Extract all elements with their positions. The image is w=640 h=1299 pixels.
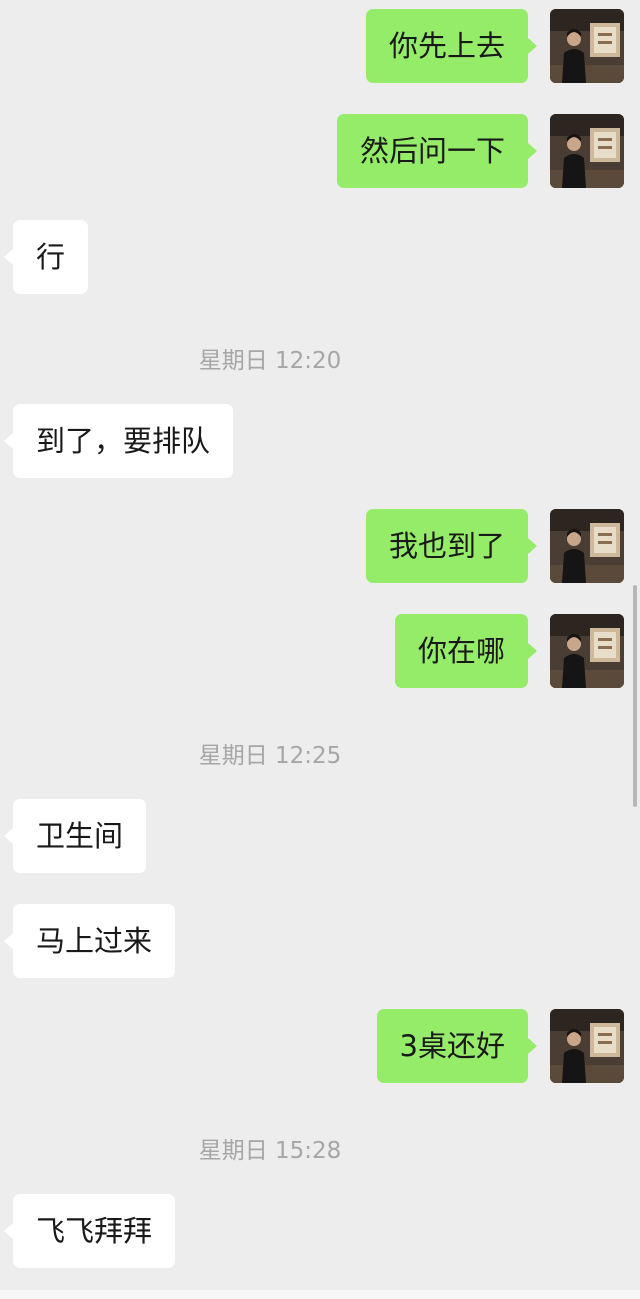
avatar-photo-icon (550, 509, 624, 583)
message-bubble-outgoing[interactable]: 你在哪 (394, 614, 538, 688)
avatar-photo-icon (550, 614, 624, 688)
chat-message-list[interactable]: 你先上去 然后问一下 行 星期日 12:20 到了，要排队 我也到了 你在哪 星… (0, 0, 640, 1299)
timestamp: 星期日 15:28 (198, 1138, 342, 1164)
user-avatar[interactable] (550, 509, 624, 583)
message-bubble-incoming[interactable]: 飞飞拜拜 (3, 1194, 176, 1268)
message-bubble-outgoing[interactable]: 然后问一下 (336, 114, 538, 188)
user-avatar[interactable] (550, 9, 624, 83)
message-row-incoming: 马上过来 (0, 904, 640, 978)
timestamp: 星期日 12:20 (198, 348, 342, 374)
message-row-outgoing: 我也到了 (0, 509, 640, 583)
message-row-outgoing: 你在哪 (0, 614, 640, 688)
avatar-photo-icon (550, 1009, 624, 1083)
message-row-incoming: 卫生间 (0, 799, 640, 873)
message-row-outgoing: 3桌还好 (0, 1009, 640, 1083)
message-row-incoming: 行 (0, 220, 640, 294)
message-bubble-incoming[interactable]: 行 (3, 220, 89, 294)
user-avatar[interactable] (550, 1009, 624, 1083)
message-bubble-outgoing[interactable]: 3桌还好 (376, 1009, 538, 1083)
message-row-outgoing: 然后问一下 (0, 114, 640, 188)
message-bubble-incoming[interactable]: 马上过来 (3, 904, 176, 978)
user-avatar[interactable] (550, 614, 624, 688)
bottom-edge-divider (0, 1290, 640, 1299)
scrollbar[interactable] (633, 585, 637, 807)
avatar-photo-icon (550, 114, 624, 188)
message-row-outgoing: 你先上去 (0, 9, 640, 83)
message-bubble-outgoing[interactable]: 我也到了 (365, 509, 538, 583)
message-row-incoming: 飞飞拜拜 (0, 1194, 640, 1268)
message-row-incoming: 到了，要排队 (0, 404, 640, 478)
timestamp: 星期日 12:25 (198, 743, 342, 769)
message-bubble-incoming[interactable]: 卫生间 (3, 799, 147, 873)
avatar-photo-icon (550, 9, 624, 83)
message-bubble-outgoing[interactable]: 你先上去 (365, 9, 538, 83)
message-bubble-incoming[interactable]: 到了，要排队 (3, 404, 234, 478)
user-avatar[interactable] (550, 114, 624, 188)
